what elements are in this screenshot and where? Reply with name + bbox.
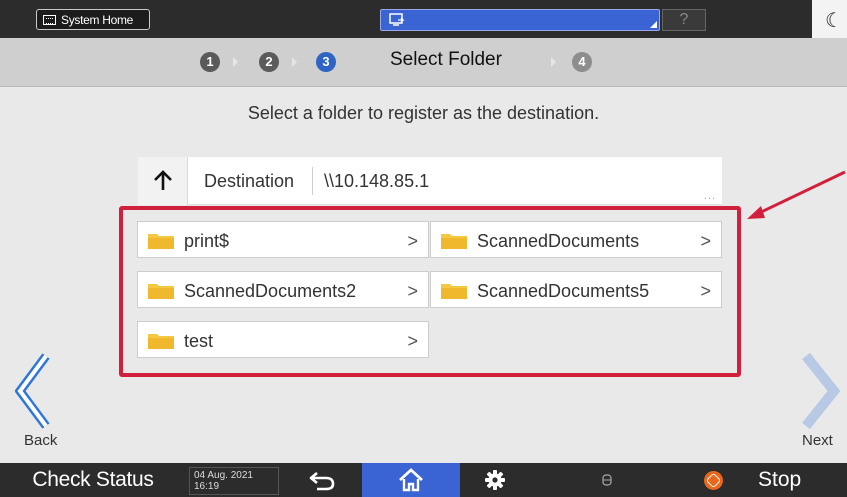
return-button[interactable] bbox=[298, 463, 360, 497]
stop-label: Stop bbox=[758, 468, 802, 491]
date-text: 04 Aug. 2021 bbox=[194, 470, 253, 481]
data-indicator bbox=[588, 463, 638, 497]
top-bar: System Home ? ☾ bbox=[0, 0, 847, 38]
energy-saver-button[interactable]: ☾ bbox=[812, 0, 847, 38]
stop-icon bbox=[704, 471, 723, 490]
check-status-button[interactable]: Check Status bbox=[0, 463, 186, 497]
next-label: Next bbox=[802, 432, 833, 449]
destination-path: \\10.148.85.1 bbox=[324, 171, 430, 191]
instruction-text: Select a folder to register as the desti… bbox=[247, 103, 600, 123]
gear-icon bbox=[485, 470, 505, 490]
database-icon bbox=[602, 474, 612, 486]
time-text: 16:19 bbox=[194, 481, 220, 492]
system-home-button[interactable]: System Home bbox=[36, 9, 150, 30]
back-label[interactable]: Back bbox=[24, 432, 57, 449]
back-chevron-icon[interactable] bbox=[15, 353, 51, 429]
moon-icon: ☾ bbox=[825, 8, 843, 32]
step-arrow-icon bbox=[292, 57, 297, 67]
system-home-label: System Home bbox=[61, 12, 134, 27]
return-arrow-icon bbox=[309, 472, 335, 491]
annotation-highlight-box bbox=[119, 206, 741, 377]
step-1: 1 bbox=[200, 52, 220, 72]
monitor-icon bbox=[389, 13, 405, 26]
step-title: Select Folder bbox=[390, 49, 502, 70]
annotation-arrow-icon bbox=[747, 170, 846, 219]
step-2: 2 bbox=[259, 52, 279, 72]
screen-switch-button[interactable] bbox=[380, 9, 660, 31]
stop-button[interactable]: Stop bbox=[692, 463, 847, 497]
home-icon bbox=[399, 468, 423, 492]
up-folder-button[interactable] bbox=[138, 157, 188, 205]
destination-label: Destination bbox=[204, 171, 295, 191]
step-4: 4 bbox=[572, 52, 592, 72]
arrow-up-icon bbox=[154, 170, 172, 190]
settings-button[interactable] bbox=[470, 463, 540, 497]
help-button[interactable]: ? bbox=[662, 9, 706, 31]
step-bar: 1 2 3 Select Folder 4 bbox=[0, 38, 847, 87]
home-button[interactable] bbox=[362, 463, 460, 497]
apps-grid-icon bbox=[43, 14, 56, 25]
date-time-display: 04 Aug. 2021 16:19 bbox=[189, 467, 279, 495]
divider bbox=[312, 167, 313, 195]
more-indicator: ... bbox=[703, 190, 716, 202]
next-chevron-icon bbox=[802, 353, 840, 429]
bottom-bar: Check Status 04 Aug. 2021 16:19 Stop bbox=[0, 463, 847, 497]
step-3-current: 3 bbox=[316, 52, 336, 72]
step-arrow-icon bbox=[233, 57, 238, 67]
step-arrow-icon bbox=[551, 57, 556, 67]
corner-indicator-icon bbox=[650, 21, 657, 28]
destination-bar: Destination \\10.148.85.1 ... bbox=[138, 157, 722, 205]
